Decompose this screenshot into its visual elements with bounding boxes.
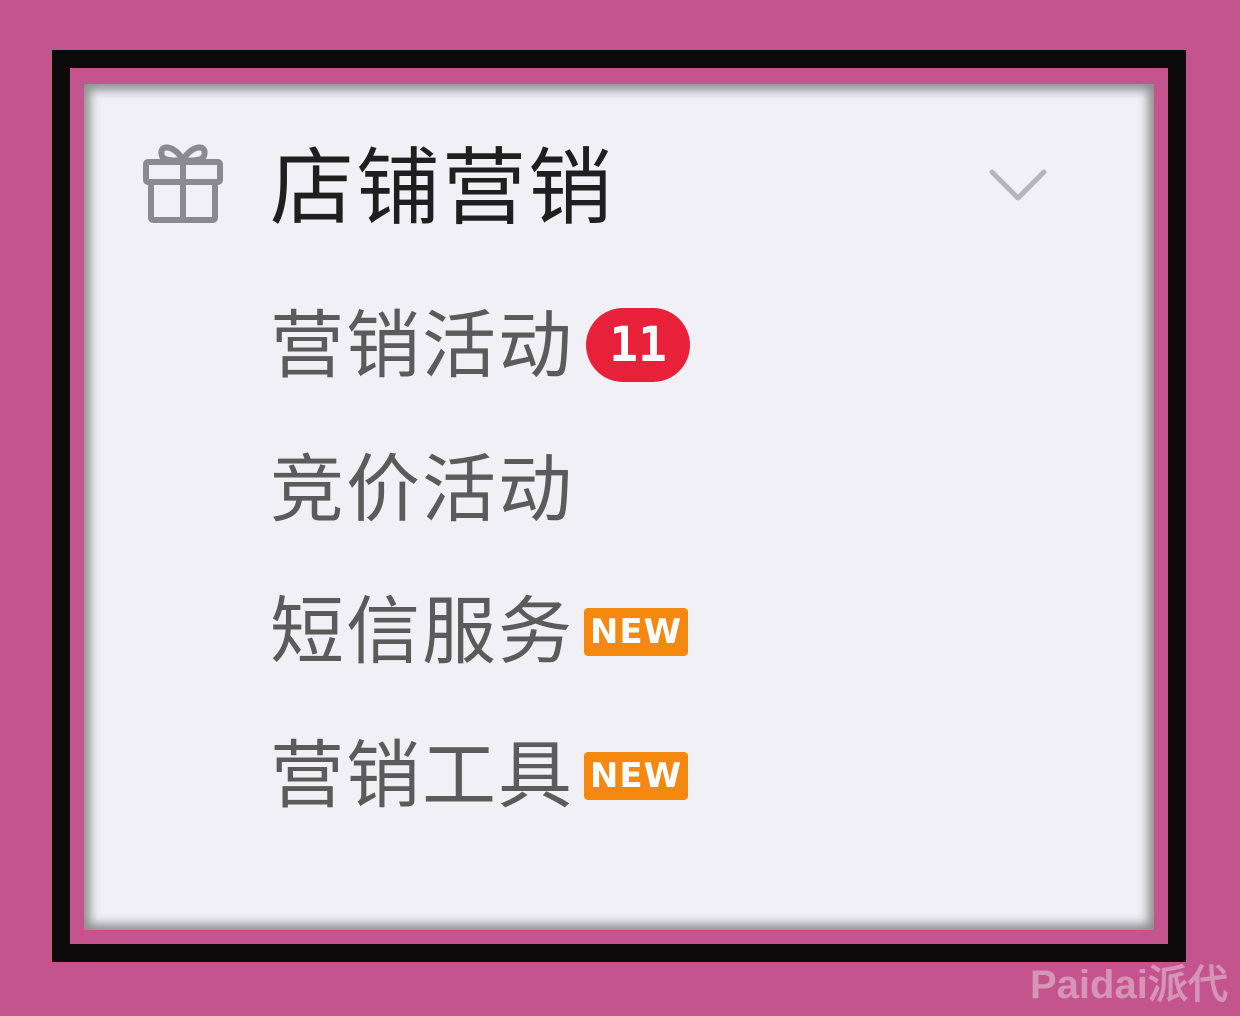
menu-item-label: 短信服务 [270,589,574,675]
watermark: Paidai派代 [1030,963,1228,1007]
menu-item-bidding-activities[interactable]: 竞价活动 [270,442,970,542]
count-badge: 11 [586,308,690,382]
menu-header-store-marketing[interactable]: 店铺营销 [140,130,1060,240]
chevron-down-icon[interactable] [988,166,1048,206]
menu-item-marketing-tools[interactable]: 营销工具 NEW [270,728,970,828]
gift-icon [140,136,226,226]
new-badge: NEW [584,608,688,656]
menu-item-label: 竞价活动 [270,447,574,533]
menu-item-label: 营销工具 [270,733,574,819]
menu-item-marketing-activities[interactable]: 营销活动 11 [270,298,970,398]
menu-item-label: 营销活动 [270,303,574,389]
menu-header-label: 店铺营销 [270,139,615,237]
new-badge: NEW [584,752,688,800]
menu-item-sms-service[interactable]: 短信服务 NEW [270,584,970,684]
